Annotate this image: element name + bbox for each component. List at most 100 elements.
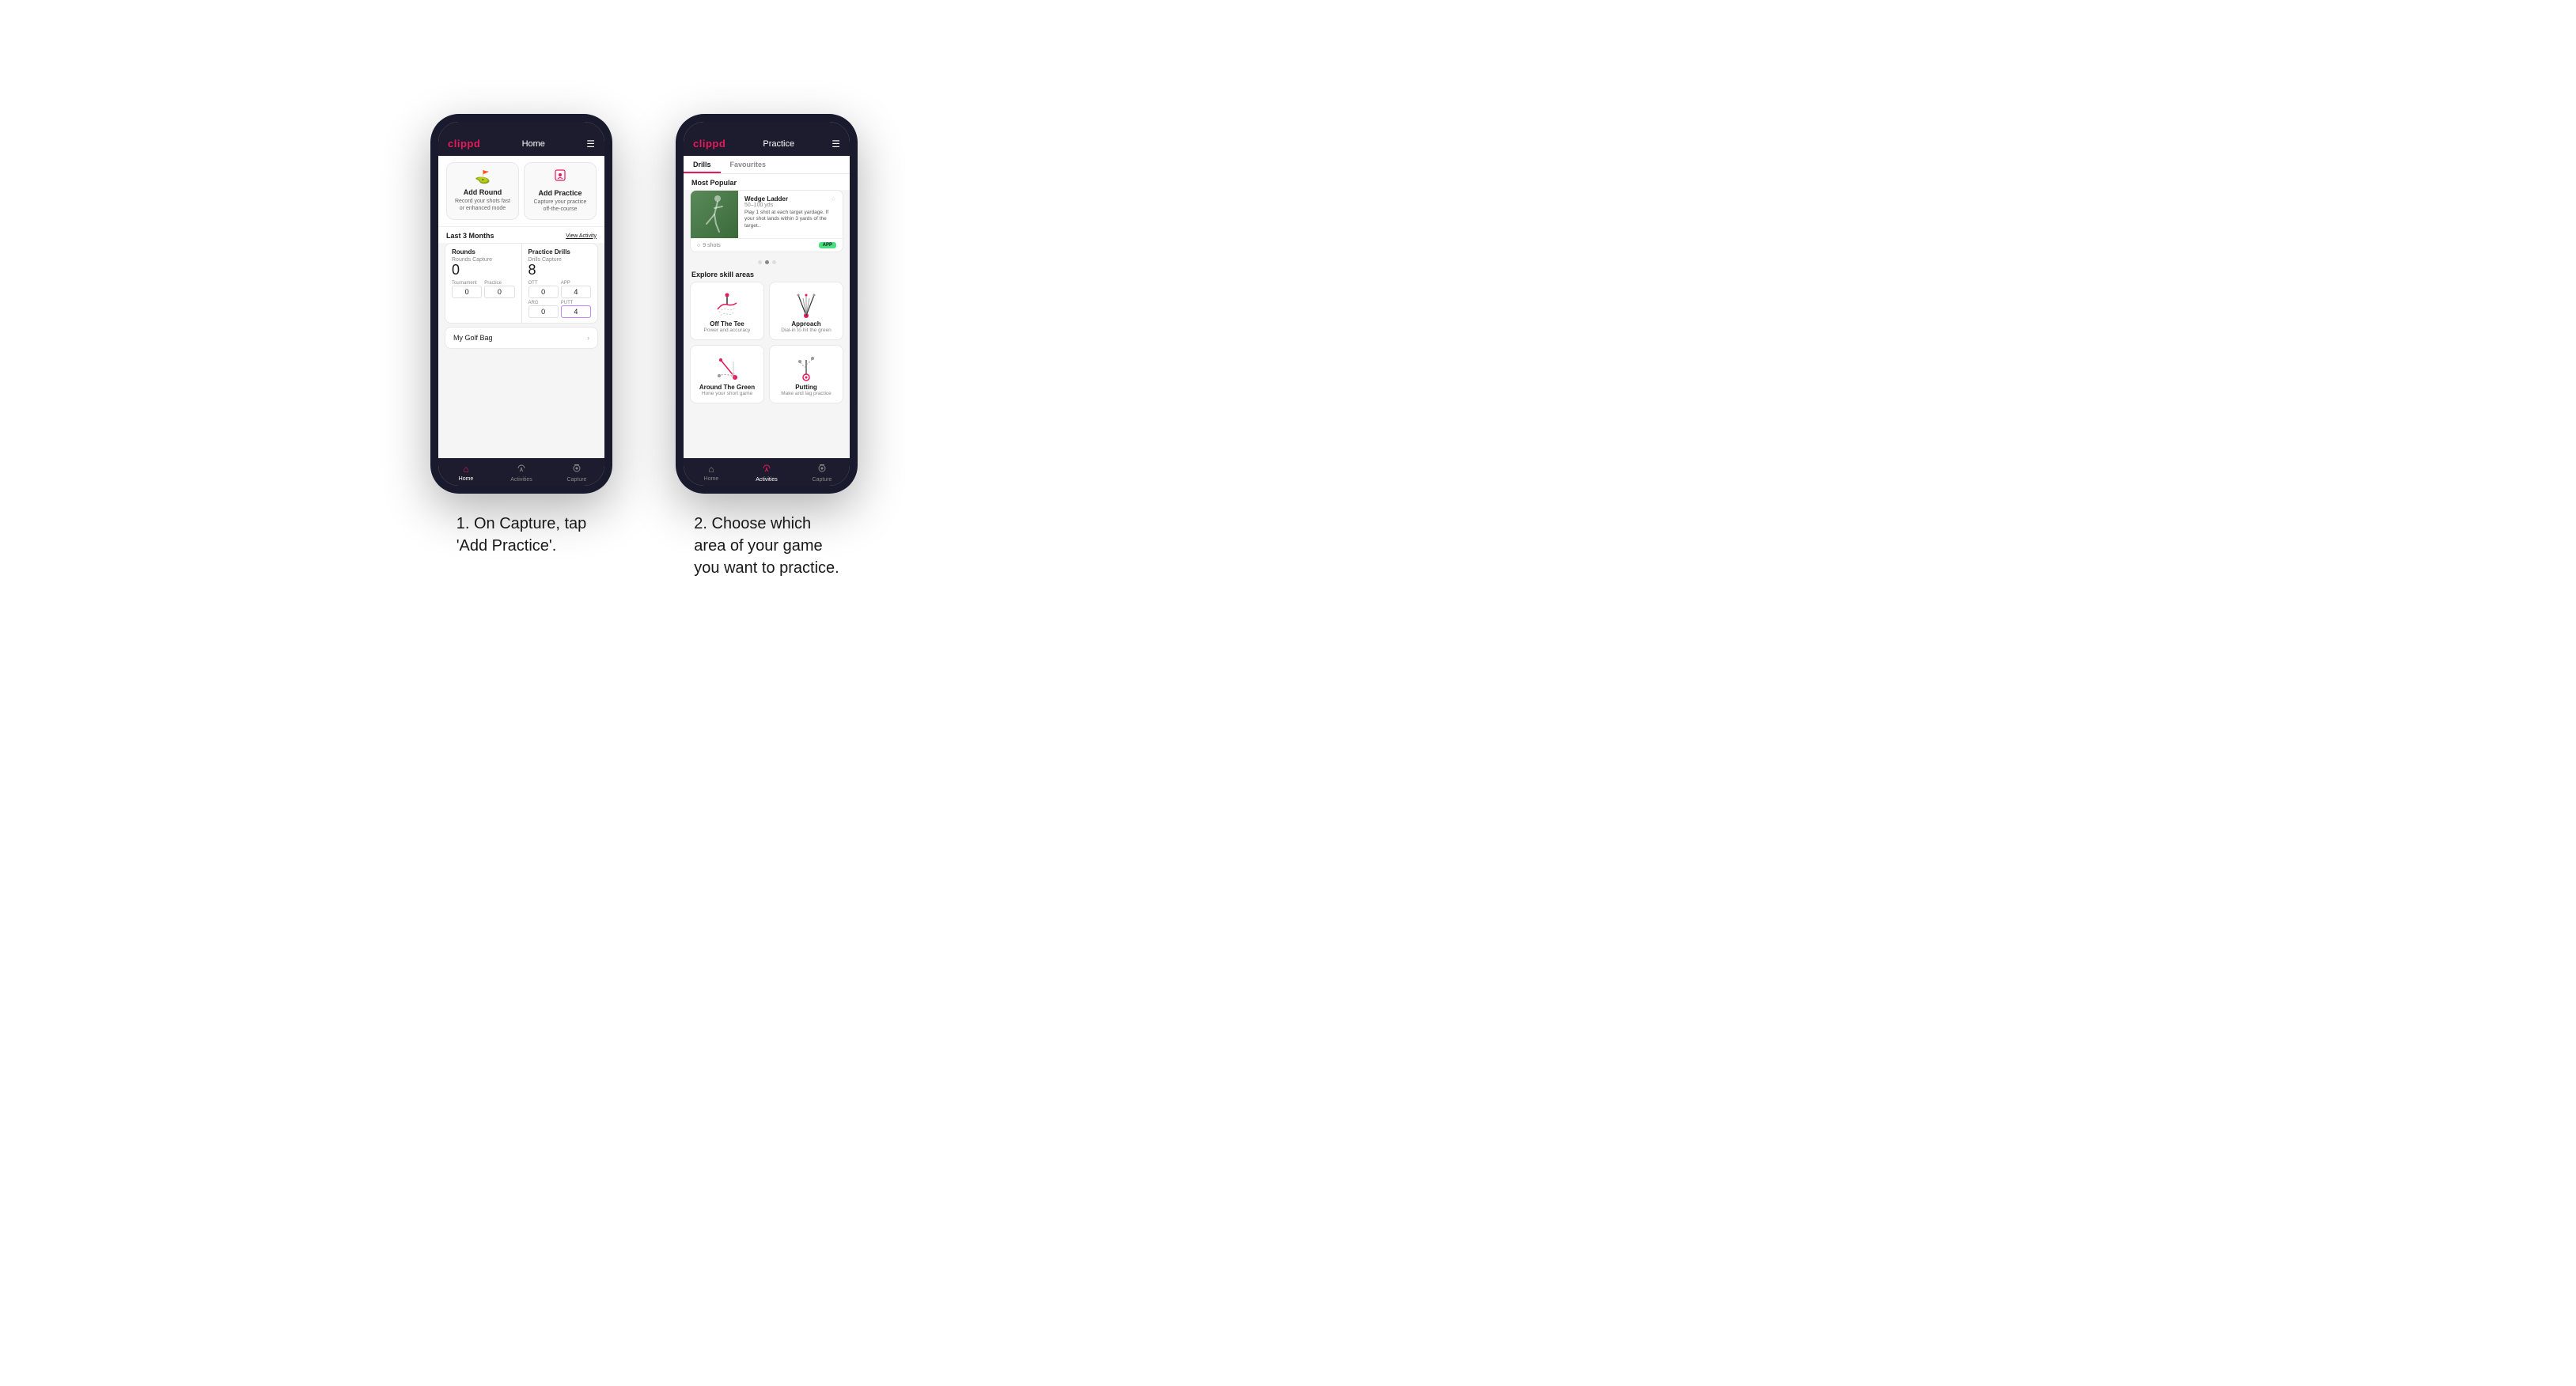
app-title-1: Home: [522, 139, 545, 149]
practice-item: Practice 0: [484, 281, 514, 298]
featured-yardage: 50–100 yds: [744, 203, 836, 208]
add-round-desc: Record your shots fast or enhanced mode: [452, 198, 513, 212]
practice-screen: Drills Favourites Most Popular: [684, 156, 850, 458]
add-practice-icon: [554, 169, 566, 186]
hamburger-icon-2[interactable]: ☰: [832, 138, 840, 150]
activities-nav-icon-2: [762, 464, 771, 475]
capture-nav-label-2: Capture: [813, 477, 832, 483]
tournament-item: Tournament 0: [452, 281, 482, 298]
rounds-title: Rounds: [452, 248, 515, 256]
app-logo-2: clippd: [693, 138, 725, 150]
last-months-label: Last 3 Months: [446, 232, 494, 240]
featured-footer: ○ 9 shots APP: [691, 238, 843, 252]
shots-count: ○ 9 shots: [697, 243, 721, 248]
activity-header: Last 3 Months View Activity: [438, 226, 604, 243]
golf-bag-row[interactable]: My Golf Bag ›: [445, 327, 598, 349]
capture-nav-label: Capture: [567, 477, 587, 483]
atg-desc: Hone your short game: [702, 391, 752, 396]
caption-1-line1: 1. On Capture, tap'Add Practice'.: [456, 515, 587, 555]
activities-nav-icon: [517, 464, 526, 475]
atg-name: Around The Green: [699, 384, 755, 391]
featured-info: Wedge Ladder ☆ 50–100 yds Play 1 shot at…: [738, 191, 843, 238]
most-popular-title: Most Popular: [684, 174, 850, 190]
approach-icon: [790, 289, 822, 320]
favourite-star-icon[interactable]: ☆: [831, 195, 836, 203]
ott-value: 0: [528, 286, 559, 298]
skill-card-approach[interactable]: Approach Dial-in to hit the green: [769, 282, 843, 340]
putting-desc: Make and lag practice: [781, 391, 832, 396]
home-nav-label: Home: [459, 476, 474, 482]
featured-card-inner: Wedge Ladder ☆ 50–100 yds Play 1 shot at…: [691, 191, 843, 238]
approach-name: Approach: [791, 320, 820, 328]
home-screen-content: ⛳ Add Round Record your shots fast or en…: [438, 156, 604, 458]
ott-icon: [711, 289, 743, 320]
rounds-sub-grid: Tournament 0 Practice 0: [452, 281, 515, 298]
putt-item: PUTT 4: [561, 301, 591, 318]
skill-grid: Off The Tee Power and accuracy: [684, 282, 850, 408]
rounds-capture-value: 0: [452, 263, 515, 278]
nav-home-1[interactable]: ⌂ Home: [438, 459, 494, 486]
phone-1-section: clippd Home ☰ ⛳ Add Round Record your sh…: [430, 114, 612, 557]
add-round-card[interactable]: ⛳ Add Round Record your shots fast or en…: [446, 162, 519, 220]
add-practice-card[interactable]: Add Practice Capture your practice off-t…: [524, 162, 597, 220]
golf-bag-chevron: ›: [587, 334, 589, 342]
phone-2-shell: clippd Practice ☰ Drills Favourites Most…: [676, 114, 858, 494]
phone-1-shell: clippd Home ☰ ⛳ Add Round Record your sh…: [430, 114, 612, 494]
bottom-nav-2: ⌂ Home Activities: [684, 458, 850, 486]
rounds-col: Rounds Rounds Capture 0 Tournament 0: [445, 244, 522, 323]
skill-card-putting[interactable]: Putting Make and lag practice: [769, 345, 843, 403]
featured-card[interactable]: Wedge Ladder ☆ 50–100 yds Play 1 shot at…: [690, 190, 843, 252]
hamburger-icon-1[interactable]: ☰: [586, 138, 595, 150]
phone-2-screen: clippd Practice ☰ Drills Favourites Most…: [684, 122, 850, 486]
golf-bag-label: My Golf Bag: [453, 334, 493, 342]
view-activity-link[interactable]: View Activity: [566, 233, 597, 239]
add-round-title: Add Round: [464, 188, 502, 196]
home-nav-icon: ⌂: [463, 464, 468, 475]
add-practice-title: Add Practice: [538, 189, 581, 197]
capture-nav-icon-2: [817, 464, 827, 475]
activities-nav-label-2: Activities: [756, 477, 778, 483]
caption-2: 2. Choose whicharea of your gameyou want…: [694, 513, 839, 579]
practice-screen-content: Drills Favourites Most Popular: [684, 156, 850, 458]
app-badge: APP: [819, 242, 836, 248]
tab-favourites[interactable]: Favourites: [721, 156, 776, 173]
bottom-nav-1: ⌂ Home Activities: [438, 458, 604, 486]
app-value: 4: [561, 286, 591, 298]
putting-name: Putting: [795, 384, 817, 391]
rounds-capture-label: Rounds Capture: [452, 257, 515, 263]
putting-icon: [790, 352, 822, 384]
tournament-value: 0: [452, 286, 482, 298]
atg-icon: [711, 352, 743, 384]
ott-desc: Power and accuracy: [704, 328, 751, 333]
skill-card-ott[interactable]: Off The Tee Power and accuracy: [690, 282, 764, 340]
nav-capture-1[interactable]: Capture: [549, 459, 604, 486]
nav-home-2[interactable]: ⌂ Home: [684, 459, 739, 486]
drills-capture-label: Drills Capture: [528, 257, 592, 263]
clock-icon: ○: [697, 243, 700, 248]
caption-2-text: 2. Choose whicharea of your gameyou want…: [694, 515, 839, 577]
action-cards: ⛳ Add Round Record your shots fast or en…: [438, 156, 604, 226]
dot-3: [772, 260, 776, 264]
stats-container: Rounds Rounds Capture 0 Tournament 0: [445, 243, 598, 324]
explore-title: Explore skill areas: [684, 267, 850, 282]
nav-activities-1[interactable]: Activities: [494, 459, 549, 486]
golfer-silhouette: [691, 191, 738, 238]
app-item: APP 4: [561, 281, 591, 298]
status-bar-2: [684, 122, 850, 131]
skill-card-atg[interactable]: Around The Green Hone your short game: [690, 345, 764, 403]
nav-capture-2[interactable]: Capture: [794, 459, 850, 486]
ott-item: OTT 0: [528, 281, 559, 298]
featured-desc: Play 1 shot at each target yardage. If y…: [744, 210, 836, 229]
tab-drills[interactable]: Drills: [684, 156, 721, 173]
status-bar-1: [438, 122, 604, 131]
home-screen: ⛳ Add Round Record your shots fast or en…: [438, 156, 604, 458]
nav-activities-2[interactable]: Activities: [739, 459, 794, 486]
activities-nav-label: Activities: [510, 477, 532, 483]
add-round-icon: ⛳: [475, 169, 491, 185]
caption-1: 1. On Capture, tap'Add Practice'.: [456, 513, 587, 557]
app-title-2: Practice: [763, 139, 794, 149]
phone-1-screen: clippd Home ☰ ⛳ Add Round Record your sh…: [438, 122, 604, 486]
app-header-1: clippd Home ☰: [438, 131, 604, 156]
pagination-dots: [684, 257, 850, 267]
add-practice-desc: Capture your practice off-the-course: [529, 199, 591, 213]
